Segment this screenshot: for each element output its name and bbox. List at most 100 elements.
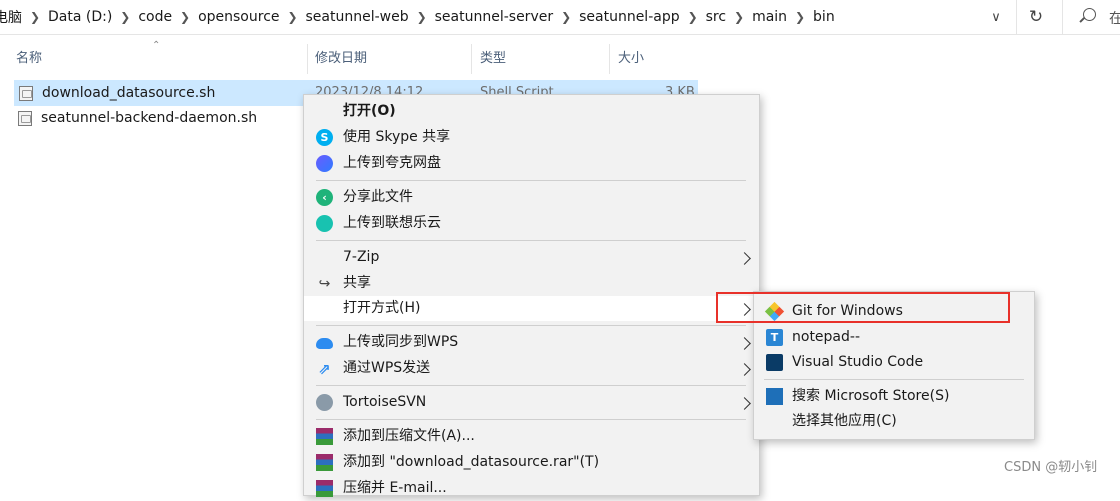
column-divider[interactable] (307, 44, 308, 74)
search-placeholder: 在 (1109, 11, 1120, 27)
menu-item-label: 打开(O) (343, 103, 396, 119)
column-headers: ⌃ 名称 修改日期 类型 大小 (0, 40, 700, 74)
menu-item-compress-email[interactable]: 压缩并 E-mail... (304, 476, 759, 501)
quark-icon (316, 155, 333, 172)
menu-item-7zip[interactable]: 7-Zip (304, 245, 759, 270)
chevron-right-icon (740, 330, 749, 355)
column-header-name[interactable]: 名称 (16, 44, 42, 74)
breadcrumb-item[interactable]: seatunnel-web (306, 9, 409, 25)
breadcrumb-item[interactable]: Data (D:) (48, 9, 112, 25)
winrar-icon (316, 428, 333, 445)
menu-item-label: 7-Zip (343, 249, 380, 265)
sort-ascending-icon: ⌃ (152, 40, 161, 51)
address-bar: 电脑 ❯ Data (D:) ❯ code ❯ opensource ❯ sea… (0, 0, 1120, 35)
watermark: CSDN @轫小钊 (1004, 460, 1098, 475)
file-row[interactable]: seatunnel-backend-daemon.sh (14, 106, 304, 130)
lenovo-cloud-icon (316, 215, 333, 232)
breadcrumb-item[interactable]: main (752, 9, 787, 25)
shell-script-file-icon (18, 110, 32, 126)
submenu-item-choose-other[interactable]: 选择其他应用(C) (754, 409, 1034, 434)
wps-cloud-icon (316, 338, 333, 349)
file-name: seatunnel-backend-daemon.sh (41, 110, 258, 126)
menu-item-label: 使用 Skype 共享 (343, 129, 451, 145)
menu-item-wps-send[interactable]: ⇗ 通过WPS发送 (304, 356, 759, 381)
menu-item-lenovo-cloud[interactable]: 上传到联想乐云 (304, 211, 759, 236)
menu-divider (764, 379, 1024, 380)
column-divider[interactable] (471, 44, 472, 74)
highlight-annotation (716, 292, 1010, 323)
menu-item-label: TortoiseSVN (343, 394, 427, 410)
share-icon: ↪ (318, 275, 331, 292)
menu-item-label: 压缩并 E-mail... (343, 480, 447, 496)
menu-divider (316, 385, 746, 386)
submenu-item-label: notepad-- (792, 329, 860, 345)
menu-item-open-with[interactable]: 打开方式(H) (304, 296, 759, 321)
menu-item-add-to-rar[interactable]: 添加到 "download_datasource.rar"(T) (304, 450, 759, 475)
breadcrumb-item[interactable]: bin (813, 9, 835, 25)
shell-script-file-icon (19, 85, 33, 101)
skype-icon: S (316, 129, 333, 146)
menu-item-skype-share[interactable]: S 使用 Skype 共享 (304, 125, 759, 150)
menu-item-quark-upload[interactable]: 上传到夸克网盘 (304, 151, 759, 176)
breadcrumb-item[interactable]: 电脑 (0, 7, 22, 27)
breadcrumb-item[interactable]: opensource (198, 9, 279, 25)
column-header-size[interactable]: 大小 (618, 44, 644, 74)
menu-item-label: 通过WPS发送 (343, 360, 431, 376)
submenu-item-vscode[interactable]: Visual Studio Code (754, 350, 1034, 375)
context-menu: 打开(O) S 使用 Skype 共享 上传到夸克网盘 ‹ 分享此文件 上传到联… (303, 94, 760, 497)
share-green-icon: ‹ (316, 189, 333, 206)
menu-item-label: 上传到联想乐云 (343, 215, 441, 231)
menu-item-label: 添加到压缩文件(A)... (343, 428, 475, 444)
menu-item-share[interactable]: ↪ 共享 (304, 271, 759, 296)
menu-item-wps-sync[interactable]: 上传或同步到WPS (304, 330, 759, 355)
submenu-item-notepad[interactable]: T notepad-- (754, 325, 1034, 350)
submenu-item-store[interactable]: 搜索 Microsoft Store(S) (754, 384, 1034, 409)
refresh-icon[interactable]: ↻ (1016, 0, 1055, 34)
wps-send-icon: ⇗ (318, 359, 331, 378)
submenu-item-label: Visual Studio Code (792, 354, 924, 370)
column-header-type[interactable]: 类型 (480, 44, 506, 74)
breadcrumb-item[interactable]: src (706, 9, 726, 25)
chevron-right-icon (740, 245, 749, 270)
submenu-item-label: 选择其他应用(C) (792, 413, 897, 429)
menu-item-label: 分享此文件 (343, 189, 413, 205)
breadcrumb-item[interactable]: seatunnel-server (435, 9, 553, 25)
menu-item-label: 共享 (343, 275, 371, 291)
column-divider[interactable] (609, 44, 610, 74)
chevron-right-icon[interactable]: ❯ (112, 10, 138, 24)
menu-item-share-file[interactable]: ‹ 分享此文件 (304, 185, 759, 210)
breadcrumb: 电脑 ❯ Data (D:) ❯ code ❯ opensource ❯ sea… (0, 0, 835, 34)
chevron-right-icon[interactable]: ❯ (787, 10, 813, 24)
winrar-icon (316, 454, 333, 471)
menu-item-label: 添加到 "download_datasource.rar"(T) (343, 454, 600, 470)
breadcrumb-item[interactable]: seatunnel-app (579, 9, 680, 25)
chevron-right-icon[interactable]: ❯ (553, 10, 579, 24)
chevron-right-icon[interactable]: ❯ (172, 10, 198, 24)
tortoise-svn-icon (316, 394, 333, 411)
winrar-icon (316, 480, 333, 497)
submenu-item-label: 搜索 Microsoft Store(S) (792, 388, 950, 404)
chevron-right-icon[interactable]: ❯ (726, 10, 752, 24)
menu-item-label: 上传或同步到WPS (343, 334, 459, 350)
menu-item-open[interactable]: 打开(O) (304, 99, 759, 124)
menu-item-label: 打开方式(H) (343, 300, 421, 316)
column-header-modified[interactable]: 修改日期 (315, 44, 367, 74)
file-name: download_datasource.sh (42, 85, 216, 101)
breadcrumb-item[interactable]: code (138, 9, 172, 25)
vscode-icon (766, 354, 783, 371)
menu-divider (316, 325, 746, 326)
menu-divider (316, 180, 746, 181)
chevron-right-icon (740, 356, 749, 381)
chevron-right-icon[interactable]: ❯ (280, 10, 306, 24)
menu-divider (316, 419, 746, 420)
menu-item-add-to-archive[interactable]: 添加到压缩文件(A)... (304, 424, 759, 449)
chevron-right-icon[interactable]: ❯ (680, 10, 706, 24)
chevron-right-icon[interactable]: ❯ (22, 10, 48, 24)
menu-item-tortoisesvn[interactable]: TortoiseSVN (304, 390, 759, 415)
chevron-down-icon[interactable]: ∨ (984, 4, 1008, 30)
search-icon (1083, 8, 1096, 21)
chevron-right-icon[interactable]: ❯ (409, 10, 435, 24)
search-box[interactable]: 在 (1062, 0, 1120, 34)
notepad-icon: T (766, 329, 783, 346)
menu-divider (316, 240, 746, 241)
